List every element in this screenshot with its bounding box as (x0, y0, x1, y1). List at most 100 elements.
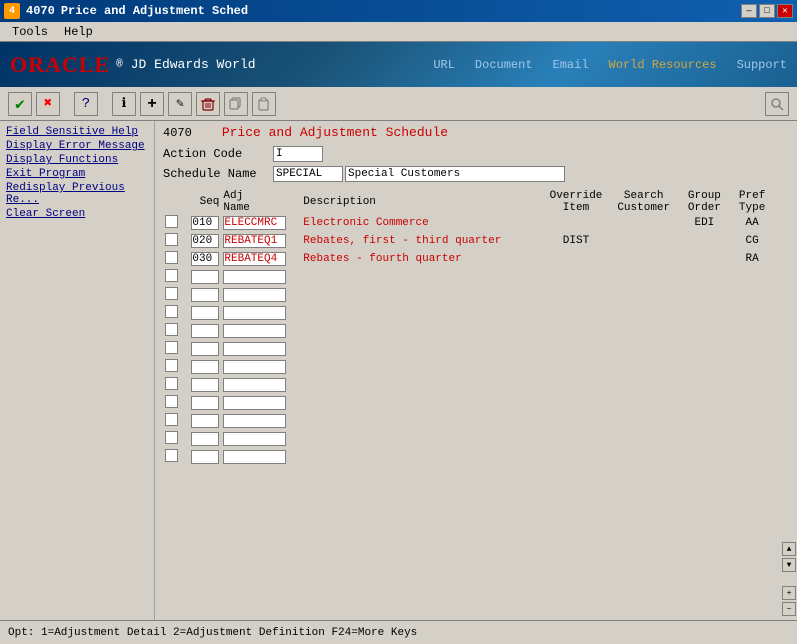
sidebar-item-display-error-message[interactable]: Display Error Message (6, 139, 148, 153)
scroll-down-button[interactable]: ▼ (782, 558, 796, 572)
add-button[interactable]: + (140, 92, 164, 116)
close-button[interactable]: ✕ (777, 4, 793, 18)
zoom-in-button[interactable]: + (782, 586, 796, 600)
cell-override (542, 304, 610, 322)
seq-input[interactable] (191, 270, 219, 284)
adj-input[interactable] (223, 270, 286, 284)
row-checkbox[interactable] (165, 413, 178, 426)
row-checkbox[interactable] (165, 449, 178, 462)
seq-input[interactable] (191, 324, 219, 338)
seq-input[interactable] (191, 216, 219, 230)
registered-mark: ® (116, 59, 123, 71)
row-checkbox[interactable] (165, 305, 178, 318)
row-checkbox[interactable] (165, 215, 178, 228)
action-code-input[interactable] (273, 146, 323, 162)
seq-input[interactable] (191, 432, 219, 446)
cell-pref: CG (731, 232, 773, 250)
row-checkbox[interactable] (165, 395, 178, 408)
row-checkbox[interactable] (165, 377, 178, 390)
adj-input[interactable] (223, 432, 286, 446)
toolbar: ✔ ✖ ? ℹ + ✎ (0, 87, 797, 121)
cell-pref (731, 358, 773, 376)
row-checkbox[interactable] (165, 341, 178, 354)
sidebar-item-exit-program[interactable]: Exit Program (6, 167, 148, 181)
cell-override (542, 322, 610, 340)
schedule-name-short-input[interactable] (273, 166, 343, 182)
cell-group (678, 268, 732, 286)
adj-input[interactable] (223, 288, 286, 302)
delete-button[interactable] (196, 92, 220, 116)
seq-input[interactable] (191, 234, 219, 248)
check-button[interactable]: ✔ (8, 92, 32, 116)
oracle-nav: URL Document Email World Resources Suppo… (433, 58, 787, 72)
minimize-button[interactable]: — (741, 4, 757, 18)
nav-url[interactable]: URL (433, 58, 455, 72)
info-button[interactable]: ℹ (112, 92, 136, 116)
seq-input[interactable] (191, 396, 219, 410)
sidebar-item-redisplay[interactable]: Redisplay Previous Re... (6, 181, 148, 207)
row-checkbox[interactable] (165, 359, 178, 372)
row-checkbox[interactable] (165, 323, 178, 336)
oracle-text: ORACLE (10, 52, 110, 78)
cell-pref (731, 322, 773, 340)
adj-input[interactable] (223, 396, 286, 410)
seq-input[interactable] (191, 360, 219, 374)
sidebar-item-clear-screen[interactable]: Clear Screen (6, 207, 148, 221)
nav-support[interactable]: Support (737, 58, 787, 72)
action-code-label: Action Code (163, 147, 273, 161)
adj-input[interactable] (223, 234, 286, 248)
col-header-adj: AdjName (221, 190, 301, 214)
cell-group (678, 286, 732, 304)
adj-input[interactable] (223, 450, 286, 464)
adj-input[interactable] (223, 216, 286, 230)
seq-input[interactable] (191, 378, 219, 392)
zoom-out-button[interactable]: − (782, 602, 796, 616)
adj-input[interactable] (223, 378, 286, 392)
menu-tools[interactable]: Tools (4, 23, 56, 41)
paste-button[interactable] (252, 92, 276, 116)
seq-input[interactable] (191, 252, 219, 266)
row-checkbox[interactable] (165, 269, 178, 282)
cell-group (678, 340, 732, 358)
col-header-group: GroupOrder (678, 190, 732, 214)
seq-input[interactable] (191, 306, 219, 320)
schedule-name-full-input[interactable] (345, 166, 565, 182)
row-checkbox[interactable] (165, 233, 178, 246)
seq-input[interactable] (191, 450, 219, 464)
help-button[interactable]: ? (74, 92, 98, 116)
copy-button[interactable] (224, 92, 248, 116)
maximize-button[interactable]: □ (759, 4, 775, 18)
sidebar-item-display-functions[interactable]: Display Functions (6, 153, 148, 167)
cell-group (678, 448, 732, 466)
cancel-button[interactable]: ✖ (36, 92, 60, 116)
schedule-name-row: Schedule Name (163, 166, 773, 182)
adj-input[interactable] (223, 360, 286, 374)
scroll-up-button[interactable]: ▲ (782, 542, 796, 556)
row-checkbox[interactable] (165, 287, 178, 300)
adj-input[interactable] (223, 252, 286, 266)
edit-button[interactable]: ✎ (168, 92, 192, 116)
cell-desc (301, 394, 542, 412)
status-text: Opt: 1=Adjustment Detail 2=Adjustment De… (8, 627, 417, 639)
menu-help[interactable]: Help (56, 23, 101, 41)
adj-input[interactable] (223, 324, 286, 338)
seq-input[interactable] (191, 342, 219, 356)
seq-input[interactable] (191, 288, 219, 302)
adj-input[interactable] (223, 306, 286, 320)
nav-world-resources[interactable]: World Resources (609, 58, 717, 72)
cell-seq (183, 412, 221, 430)
table-row (163, 394, 773, 412)
cell-pref (731, 340, 773, 358)
search-button[interactable] (765, 92, 789, 116)
cell-pref (731, 286, 773, 304)
cell-search (610, 412, 678, 430)
seq-input[interactable] (191, 414, 219, 428)
adj-input[interactable] (223, 342, 286, 356)
row-checkbox[interactable] (165, 431, 178, 444)
nav-document[interactable]: Document (475, 58, 533, 72)
row-checkbox[interactable] (165, 251, 178, 264)
sidebar-item-field-sensitive-help[interactable]: Field Sensitive Help (6, 125, 148, 139)
cell-desc (301, 448, 542, 466)
adj-input[interactable] (223, 414, 286, 428)
nav-email[interactable]: Email (553, 58, 589, 72)
